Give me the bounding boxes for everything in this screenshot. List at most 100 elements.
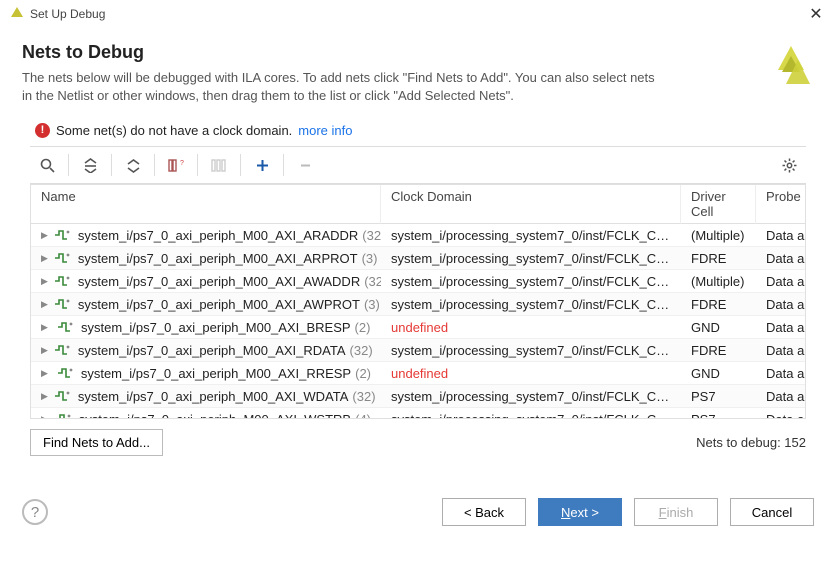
table-row[interactable]: ▶ system_i/ps7_0_axi_periph_M00_AXI_AWADD… xyxy=(31,270,805,293)
expand-icon[interactable]: ▶ xyxy=(41,345,48,356)
help-icon[interactable]: ? xyxy=(22,499,48,525)
dialog-window: Set Up Debug ✕ Nets to Debug The nets be… xyxy=(0,0,836,566)
net-count: (32) xyxy=(362,228,381,243)
clock-domain-cell: undefined xyxy=(381,316,681,339)
net-count: (3) xyxy=(362,251,378,266)
table-header-row: Name Clock Domain Driver Cell Probe xyxy=(31,185,805,224)
net-count: (2) xyxy=(355,320,371,335)
net-name: system_i/ps7_0_axi_periph_M00_AXI_AWADDR xyxy=(78,274,360,289)
svg-text:?: ? xyxy=(180,160,184,167)
table-row[interactable]: ▶ system_i/ps7_0_axi_periph_M00_AXI_WSTRB… xyxy=(31,408,805,419)
net-name: system_i/ps7_0_axi_periph_M00_AXI_AWPROT xyxy=(78,297,360,312)
probe-cell: Data a xyxy=(756,339,805,362)
separator xyxy=(240,154,241,176)
separator xyxy=(111,154,112,176)
net-icon xyxy=(57,321,73,333)
clock-domain-cell: system_i/processing_system7_0/inst/FCLK_… xyxy=(381,270,681,293)
net-icon xyxy=(54,344,70,356)
col-name[interactable]: Name xyxy=(31,185,381,224)
collapse-all-button[interactable] xyxy=(73,151,107,179)
remove-button xyxy=(288,151,322,179)
table-row[interactable]: ▶ system_i/ps7_0_axi_periph_M00_AXI_AWPRO… xyxy=(31,293,805,316)
page-header: Nets to Debug The nets below will be deb… xyxy=(0,28,836,117)
probe-cell: Data a xyxy=(756,385,805,408)
expand-icon[interactable]: ▶ xyxy=(41,414,49,420)
separator xyxy=(197,154,198,176)
col-clock[interactable]: Clock Domain xyxy=(381,185,681,224)
probe-cell: Data a xyxy=(756,408,805,419)
expand-icon[interactable]: ▶ xyxy=(41,299,48,310)
footer-row: Find Nets to Add... Nets to debug: 152 xyxy=(0,419,836,466)
driver-cell: PS7 xyxy=(681,385,756,408)
net-name: system_i/ps7_0_axi_periph_M00_AXI_RDATA xyxy=(78,343,346,358)
col-probe[interactable]: Probe xyxy=(756,185,806,224)
expand-icon[interactable]: ▶ xyxy=(41,276,48,287)
driver-cell: GND xyxy=(681,362,756,385)
table-row[interactable]: ▶system_i/ps7_0_axi_periph_M00_AXI_RRESP… xyxy=(31,362,805,385)
separator xyxy=(154,154,155,176)
net-count: (32) xyxy=(364,274,381,289)
probe-cell: Data a xyxy=(756,224,805,247)
back-button[interactable]: < Back xyxy=(442,498,526,526)
search-button[interactable] xyxy=(30,151,64,179)
net-name: system_i/ps7_0_axi_periph_M00_AXI_ARPROT xyxy=(78,251,358,266)
nets-count: Nets to debug: 152 xyxy=(696,435,806,450)
table-row[interactable]: ▶ system_i/ps7_0_axi_periph_M00_AXI_WDATA… xyxy=(31,385,805,408)
table-row[interactable]: ▶system_i/ps7_0_axi_periph_M00_AXI_BRESP… xyxy=(31,316,805,339)
clock-domain-cell: system_i/processing_system7_0/inst/FCLK_… xyxy=(381,247,681,270)
net-name: system_i/ps7_0_axi_periph_M00_AXI_WSTRB xyxy=(79,412,351,420)
clock-domain-cell: system_i/processing_system7_0/inst/FCLK_… xyxy=(381,385,681,408)
separator xyxy=(283,154,284,176)
vendor-logo xyxy=(768,42,814,91)
table-row[interactable]: ▶system_i/ps7_0_axi_periph_M00_AXI_ARADD… xyxy=(31,224,805,247)
driver-cell: FDRE xyxy=(681,293,756,316)
net-icon xyxy=(54,229,70,241)
net-name: system_i/ps7_0_axi_periph_M00_AXI_WDATA xyxy=(78,389,348,404)
nets-table: Name Clock Domain Driver Cell Probe ▶sys… xyxy=(30,184,806,419)
table-row[interactable]: ▶ system_i/ps7_0_axi_periph_M00_AXI_RDATA… xyxy=(31,339,805,362)
find-nets-button[interactable]: Find Nets to Add... xyxy=(30,429,163,456)
expand-icon[interactable]: ▶ xyxy=(41,368,51,379)
select-clock-domain-button[interactable]: ? xyxy=(159,151,193,179)
probe-cell: Data a xyxy=(756,247,805,270)
group-by-clock-button xyxy=(202,151,236,179)
expand-icon[interactable]: ▶ xyxy=(41,391,48,402)
driver-cell: PS7 xyxy=(681,408,756,419)
clock-domain-cell: system_i/processing_system7_0/inst/FCLK_… xyxy=(381,339,681,362)
expand-icon[interactable]: ▶ xyxy=(41,322,51,333)
probe-cell: Data a xyxy=(756,316,805,339)
cancel-button[interactable]: Cancel xyxy=(730,498,814,526)
table-body[interactable]: ▶system_i/ps7_0_axi_periph_M00_AXI_ARADD… xyxy=(31,224,805,419)
page-title: Nets to Debug xyxy=(22,42,814,63)
probe-cell: Data a xyxy=(756,362,805,385)
table-row[interactable]: ▶ system_i/ps7_0_axi_periph_M00_AXI_ARPRO… xyxy=(31,247,805,270)
clock-domain-cell: system_i/processing_system7_0/inst/FCLK_… xyxy=(381,293,681,316)
driver-cell: (Multiple) xyxy=(681,270,756,293)
warning-text: Some net(s) do not have a clock domain. xyxy=(56,123,292,138)
clock-domain-cell: undefined xyxy=(381,362,681,385)
net-icon xyxy=(54,252,70,264)
net-count: (4) xyxy=(355,412,371,420)
separator xyxy=(68,154,69,176)
expand-icon[interactable]: ▶ xyxy=(41,253,48,264)
wizard-buttons: < Back Next > Finish Cancel xyxy=(442,498,814,526)
net-count: (32) xyxy=(350,343,373,358)
expand-icon[interactable]: ▶ xyxy=(41,230,48,241)
next-button[interactable]: Next > xyxy=(538,498,622,526)
probe-cell: Data a xyxy=(756,293,805,316)
close-icon[interactable]: ✕ xyxy=(806,4,826,24)
net-count: (2) xyxy=(355,366,371,381)
driver-cell: FDRE xyxy=(681,247,756,270)
warning-banner: ! Some net(s) do not have a clock domain… xyxy=(0,117,836,146)
error-icon: ! xyxy=(35,123,50,138)
title-bar: Set Up Debug ✕ xyxy=(0,0,836,28)
clock-domain-cell: system_i/processing_system7_0/inst/FCLK_… xyxy=(381,224,681,247)
more-info-link[interactable]: more info xyxy=(298,123,352,138)
add-button[interactable] xyxy=(245,151,279,179)
col-driver[interactable]: Driver Cell xyxy=(681,185,756,224)
net-count: (32) xyxy=(352,389,375,404)
expand-all-button[interactable] xyxy=(116,151,150,179)
settings-button[interactable] xyxy=(772,151,806,179)
net-icon xyxy=(57,367,73,379)
driver-cell: FDRE xyxy=(681,339,756,362)
